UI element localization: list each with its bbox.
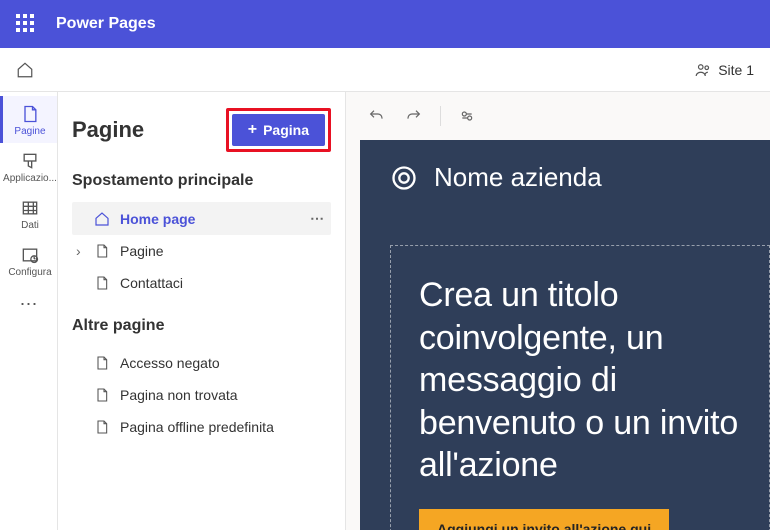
home-icon[interactable] [16,61,34,79]
chevron-right-icon[interactable]: › [76,243,86,259]
toolbar-separator [440,106,441,126]
add-page-button[interactable]: + Pagina [232,114,325,146]
tree-item-access-denied[interactable]: Accesso negato [72,347,331,379]
cta-label: Aggiungi un invito all'azione qui [437,521,651,530]
page-icon [94,419,110,435]
tree-item-home[interactable]: Home page ⋯ [72,202,331,235]
home-icon [94,211,110,227]
hero-title[interactable]: Crea un titolo coinvolgente, un messaggi… [419,274,741,487]
company-name[interactable]: Nome azienda [434,162,602,193]
rail-setup[interactable]: Configura [0,237,57,284]
top-app-bar: Power Pages [0,0,770,48]
pages-panel: Pagine + Pagina Spostamento principale H… [58,92,346,530]
tree-item-contact[interactable]: Contattaci [72,267,331,299]
page-icon [20,104,40,124]
breadcrumb-bar: Site 1 [0,48,770,92]
undo-button[interactable] [360,100,392,132]
rail-more[interactable]: ⋯ [20,284,38,315]
sync-icon [459,108,475,124]
canvas-toolbar [346,92,770,140]
left-rail: Pagine Applicazio... Dati Configura ⋯ [0,92,58,530]
site-picker[interactable]: Site 1 [694,61,754,79]
tree-item-label: Pagina non trovata [120,387,238,403]
rail-styling[interactable]: Applicazio... [0,143,57,190]
product-title: Power Pages [56,15,156,33]
rail-pages[interactable]: Pagine [0,96,57,143]
tree-item-pages[interactable]: › Pagine [72,235,331,267]
app-launcher-icon[interactable] [16,14,36,34]
pages-title: Pagine [72,117,144,143]
plus-icon: + [248,122,257,138]
hero-section[interactable]: Crea un titolo coinvolgente, un messaggi… [390,245,770,530]
rail-label: Dati [21,220,39,231]
tree-item-label: Home page [120,211,195,227]
setup-icon [20,245,40,265]
rail-label: Configura [8,267,51,278]
redo-icon [406,108,422,124]
tree-item-label: Pagina offline predefinita [120,419,274,435]
canvas-area: Nome azienda Crea un titolo coinvolgente… [346,92,770,530]
tree-item-offline[interactable]: Pagina offline predefinita [72,411,331,443]
company-logo-icon [390,164,418,192]
sync-button[interactable] [451,100,483,132]
page-icon [94,243,110,259]
cta-button[interactable]: Aggiungi un invito all'azione qui [419,509,669,530]
page-preview[interactable]: Nome azienda Crea un titolo coinvolgente… [360,140,770,530]
site-name: Site 1 [718,62,754,78]
rail-label: Pagine [14,126,45,137]
tree-item-label: Accesso negato [120,355,220,371]
redo-button[interactable] [398,100,430,132]
tree-item-not-found[interactable]: Pagina non trovata [72,379,331,411]
preview-header: Nome azienda [360,140,770,215]
page-icon [94,387,110,403]
more-icon[interactable]: ⋯ [310,210,325,227]
add-page-label: Pagina [263,122,309,138]
tree-item-label: Pagine [120,243,164,259]
section-main-nav: Spostamento principale [72,172,331,190]
brush-icon [20,151,40,171]
section-other-pages: Altre pagine [72,317,331,335]
people-icon [694,61,712,79]
rail-data[interactable]: Dati [0,190,57,237]
undo-icon [368,108,384,124]
rail-label: Applicazio... [3,173,57,184]
page-icon [94,275,110,291]
tutorial-highlight: + Pagina [226,108,331,152]
tree-item-label: Contattaci [120,275,183,291]
page-icon [94,355,110,371]
table-icon [20,198,40,218]
